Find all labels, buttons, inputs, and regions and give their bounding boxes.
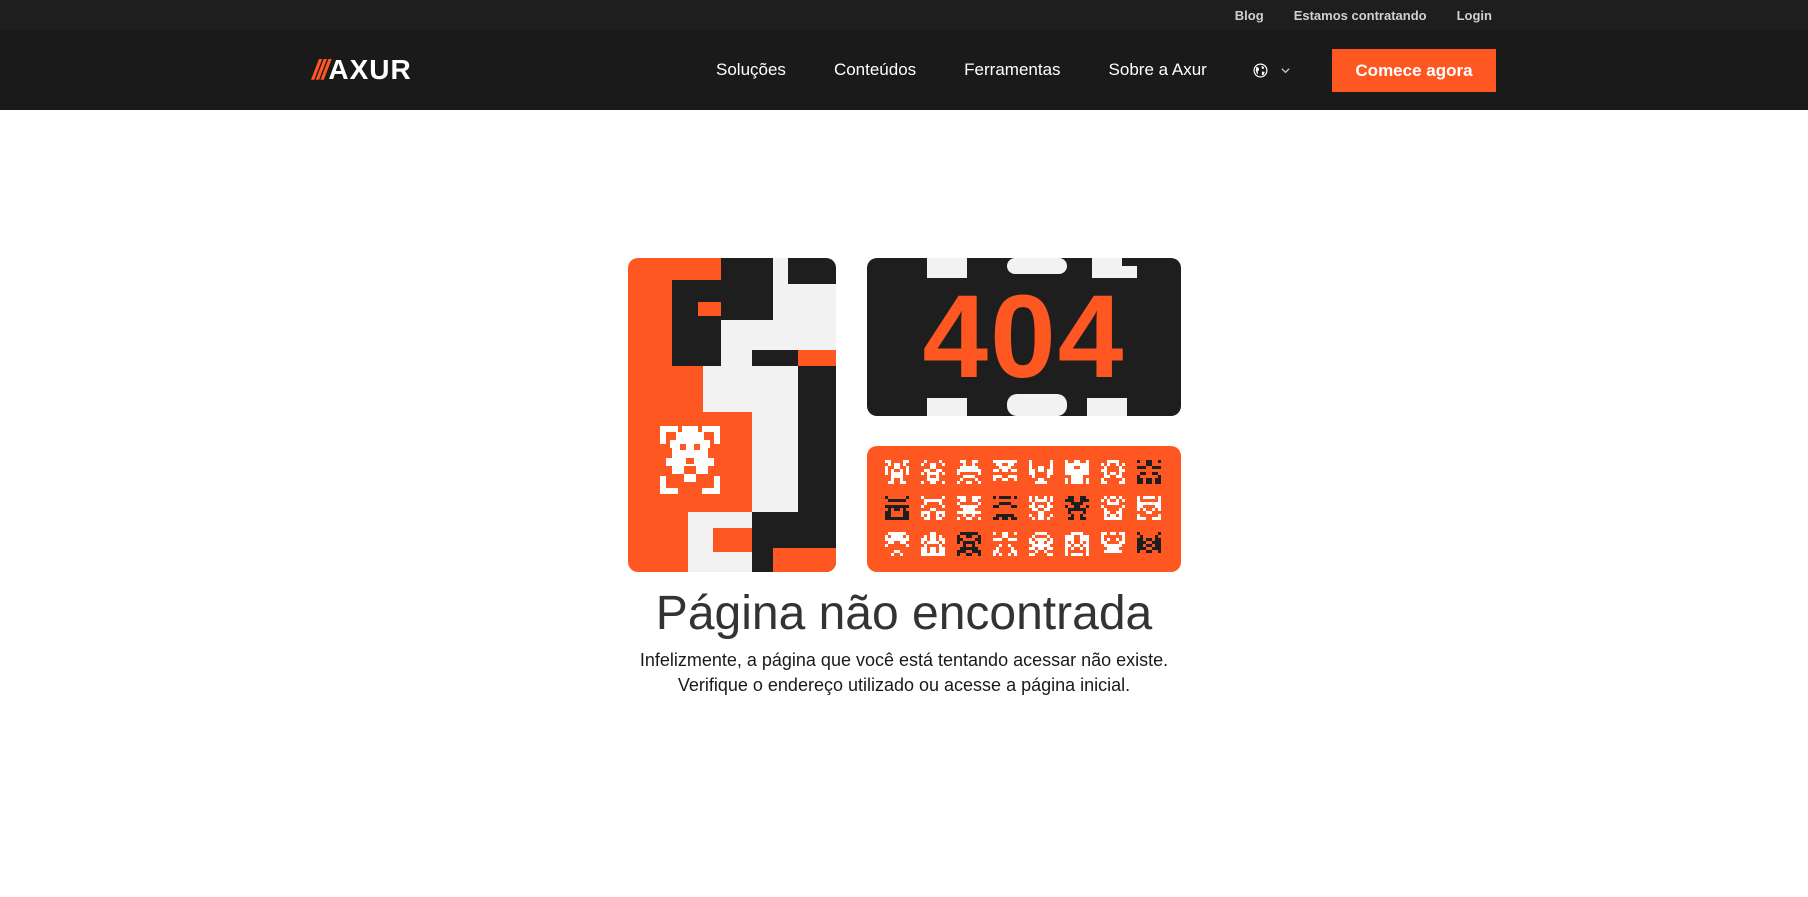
pixel-monster-icon [1137, 532, 1161, 553]
pixel-monster-icon [1065, 460, 1089, 484]
utility-links: Blog Estamos contratando Login [1235, 0, 1492, 30]
pixel-monster-icon [1101, 496, 1125, 520]
pixel-monster-icon [993, 460, 1017, 481]
pixel-monster-icon [1137, 460, 1161, 484]
main-navbar: /// AXUR Soluções Conteúdos Ferramentas … [0, 30, 1808, 110]
logo-slashes: /// [312, 54, 329, 85]
nav-item-solucoes[interactable]: Soluções [716, 60, 786, 80]
pixel-monster-icon [1137, 496, 1161, 520]
globe-icon [1253, 63, 1268, 77]
pixel-monster-icon [885, 496, 909, 520]
top-utility-bar: Blog Estamos contratando Login [0, 0, 1808, 30]
pixel-monster-icon [1065, 532, 1089, 556]
error-description-line1: Infelizmente, a página que você está ten… [639, 650, 1169, 670]
pixel-monster-icon [885, 532, 909, 556]
pixel-monster-icon [1065, 496, 1089, 520]
login-link[interactable]: Login [1457, 8, 1492, 23]
logo-wordmark: AXUR [328, 54, 412, 85]
pixel-monster-icon [1101, 460, 1125, 484]
pixel-monster-icon [1029, 532, 1053, 556]
pixel-monster-icon [921, 460, 945, 484]
pixel-monster-icon [921, 496, 945, 520]
error-code-text: 404 [922, 271, 1126, 403]
nav-item-ferramentas[interactable]: Ferramentas [964, 60, 1060, 80]
error-message: Página não encontrada Infelizmente, a pá… [504, 584, 1304, 698]
axur-logo[interactable]: /// AXUR [312, 54, 412, 86]
page-title: Página não encontrada [655, 587, 1153, 640]
start-now-button[interactable]: Comece agora [1332, 49, 1496, 92]
language-selector[interactable] [1253, 57, 1291, 83]
error-code-tile: 404 [867, 258, 1181, 416]
pixel-icons-grid [867, 446, 1181, 572]
pixel-monster-icon [1029, 460, 1053, 484]
primary-nav: Soluções Conteúdos Ferramentas Sobre a A… [716, 30, 1255, 110]
pixel-monster-icon [957, 532, 981, 556]
pixel-monster-icon [993, 496, 1017, 520]
pixel-monster-icon [957, 460, 981, 484]
pixel-monster-icon [957, 496, 981, 520]
error-description-line2: Verifique o endereço utilizado ou acesse… [677, 675, 1131, 695]
pixel-pattern-illustration [628, 258, 836, 572]
nav-item-conteudos[interactable]: Conteúdos [834, 60, 916, 80]
pixel-monster-icon [1101, 532, 1125, 553]
blog-link[interactable]: Blog [1235, 8, 1264, 23]
chevron-down-icon [1281, 67, 1290, 73]
pixel-monster-icon [993, 532, 1017, 556]
nav-item-sobre[interactable]: Sobre a Axur [1109, 60, 1207, 80]
pixel-monster-icon [921, 532, 945, 556]
pixel-monster-icon [1029, 496, 1053, 520]
careers-link[interactable]: Estamos contratando [1294, 8, 1427, 23]
pixel-monster-icon [885, 460, 909, 484]
